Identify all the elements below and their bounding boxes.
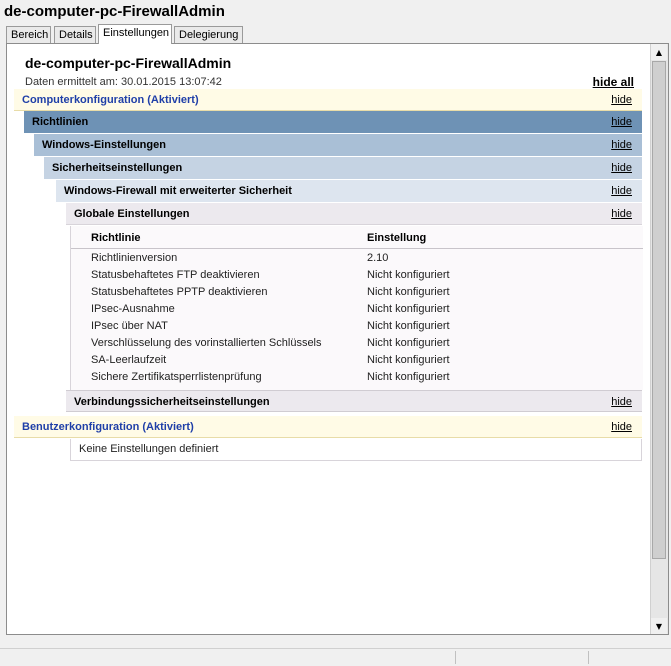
column-header-einstellung: Einstellung	[367, 232, 427, 244]
policy-name: IPsec über NAT	[91, 320, 168, 332]
policy-value: Nicht konfiguriert	[367, 371, 450, 383]
section-richtlinien[interactable]: Richtlinien hide	[24, 111, 642, 133]
policy-name: Verschlüsselung des vorinstallierten Sch…	[91, 337, 322, 349]
settings-table: Richtlinie Einstellung Richtlinienversio…	[70, 226, 643, 390]
table-header: Richtlinie Einstellung	[71, 228, 643, 249]
section-label: Richtlinien	[32, 116, 89, 128]
section-label: Verbindungssicherheitseinstellungen	[74, 396, 270, 408]
policy-value: Nicht konfiguriert	[367, 354, 450, 366]
policy-name: Statusbehaftetes FTP deaktivieren	[91, 269, 260, 281]
settings-panel: de-computer-pc-FirewallAdmin Daten ermit…	[6, 43, 669, 635]
table-row: IPsec über NAT Nicht konfiguriert	[71, 319, 643, 336]
tab-details[interactable]: Details	[54, 26, 96, 43]
section-security-settings[interactable]: Sicherheitseinstellungen hide	[44, 157, 642, 179]
policy-name: Richtlinienversion	[91, 252, 178, 264]
column-header-richtlinie: Richtlinie	[91, 232, 141, 244]
hide-link[interactable]: hide	[611, 89, 632, 111]
section-label: Windows-Firewall mit erweiterter Sicherh…	[64, 185, 292, 197]
hide-link[interactable]: hide	[611, 203, 632, 225]
hide-link[interactable]: hide	[611, 180, 632, 202]
hide-link[interactable]: hide	[611, 134, 632, 156]
report-title: de-computer-pc-FirewallAdmin	[25, 55, 232, 71]
status-pane-divider	[588, 651, 589, 664]
policy-name: Statusbehaftetes PPTP deaktivieren	[91, 286, 268, 298]
vertical-scrollbar[interactable]: ▲ ▼	[650, 44, 668, 634]
section-label: Benutzerkonfiguration (Aktiviert)	[22, 421, 194, 433]
policy-name: IPsec-Ausnahme	[91, 303, 175, 315]
policy-value: 2.10	[367, 252, 389, 264]
policy-value: Nicht konfiguriert	[367, 337, 450, 349]
hide-link[interactable]: hide	[611, 157, 632, 179]
scroll-down-arrow-icon[interactable]: ▼	[651, 618, 667, 634]
tab-delegierung[interactable]: Delegierung	[174, 26, 243, 43]
hide-link[interactable]: hide	[611, 391, 632, 413]
policy-name: SA-Leerlaufzeit	[91, 354, 167, 366]
section-global-settings[interactable]: Globale Einstellungen hide	[66, 203, 642, 225]
user-config-content: Keine Einstellungen definiert	[70, 439, 642, 461]
table-row: Sichere Zertifikatsperrlistenprüfung Nic…	[71, 370, 643, 387]
section-user-config[interactable]: Benutzerkonfiguration (Aktiviert) hide	[14, 416, 642, 438]
table-row: IPsec-Ausnahme Nicht konfiguriert	[71, 302, 643, 319]
table-row: Verschlüsselung des vorinstallierten Sch…	[71, 336, 643, 353]
policy-value: Nicht konfiguriert	[367, 286, 450, 298]
scroll-up-arrow-icon[interactable]: ▲	[651, 44, 667, 60]
hide-link[interactable]: hide	[611, 111, 632, 133]
hide-all-link[interactable]: hide all	[593, 75, 634, 89]
tab-einstellungen[interactable]: Einstellungen	[98, 24, 172, 44]
section-label: Windows-Einstellungen	[42, 139, 166, 151]
window-title: de-computer-pc-FirewallAdmin	[4, 3, 225, 20]
policy-value: Nicht konfiguriert	[367, 303, 450, 315]
table-row: Statusbehaftetes PPTP deaktivieren Nicht…	[71, 285, 643, 302]
policy-value: Nicht konfiguriert	[367, 320, 450, 332]
no-settings-text: Keine Einstellungen definiert	[79, 443, 219, 455]
status-pane-divider	[455, 651, 456, 664]
settings-report: de-computer-pc-FirewallAdmin Daten ermit…	[7, 44, 650, 634]
section-connection-security[interactable]: Verbindungssicherheitseinstellungen hide	[66, 390, 642, 412]
status-bar	[0, 648, 671, 666]
report-date: Daten ermittelt am: 30.01.2015 13:07:42	[25, 76, 222, 88]
section-windows-settings[interactable]: Windows-Einstellungen hide	[34, 134, 642, 156]
tab-bereich[interactable]: Bereich	[6, 26, 51, 43]
hide-link[interactable]: hide	[611, 416, 632, 438]
section-label: Globale Einstellungen	[74, 208, 190, 220]
section-label: Computerkonfiguration (Aktiviert)	[22, 94, 199, 106]
table-row: Richtlinienversion 2.10	[71, 251, 643, 268]
section-label: Sicherheitseinstellungen	[52, 162, 183, 174]
section-firewall[interactable]: Windows-Firewall mit erweiterter Sicherh…	[56, 180, 642, 202]
scrollbar-thumb[interactable]	[652, 61, 666, 559]
table-row: SA-Leerlaufzeit Nicht konfiguriert	[71, 353, 643, 370]
policy-name: Sichere Zertifikatsperrlistenprüfung	[91, 371, 262, 383]
section-computer-config[interactable]: Computerkonfiguration (Aktiviert) hide	[14, 89, 642, 111]
table-row: Statusbehaftetes FTP deaktivieren Nicht …	[71, 268, 643, 285]
policy-value: Nicht konfiguriert	[367, 269, 450, 281]
